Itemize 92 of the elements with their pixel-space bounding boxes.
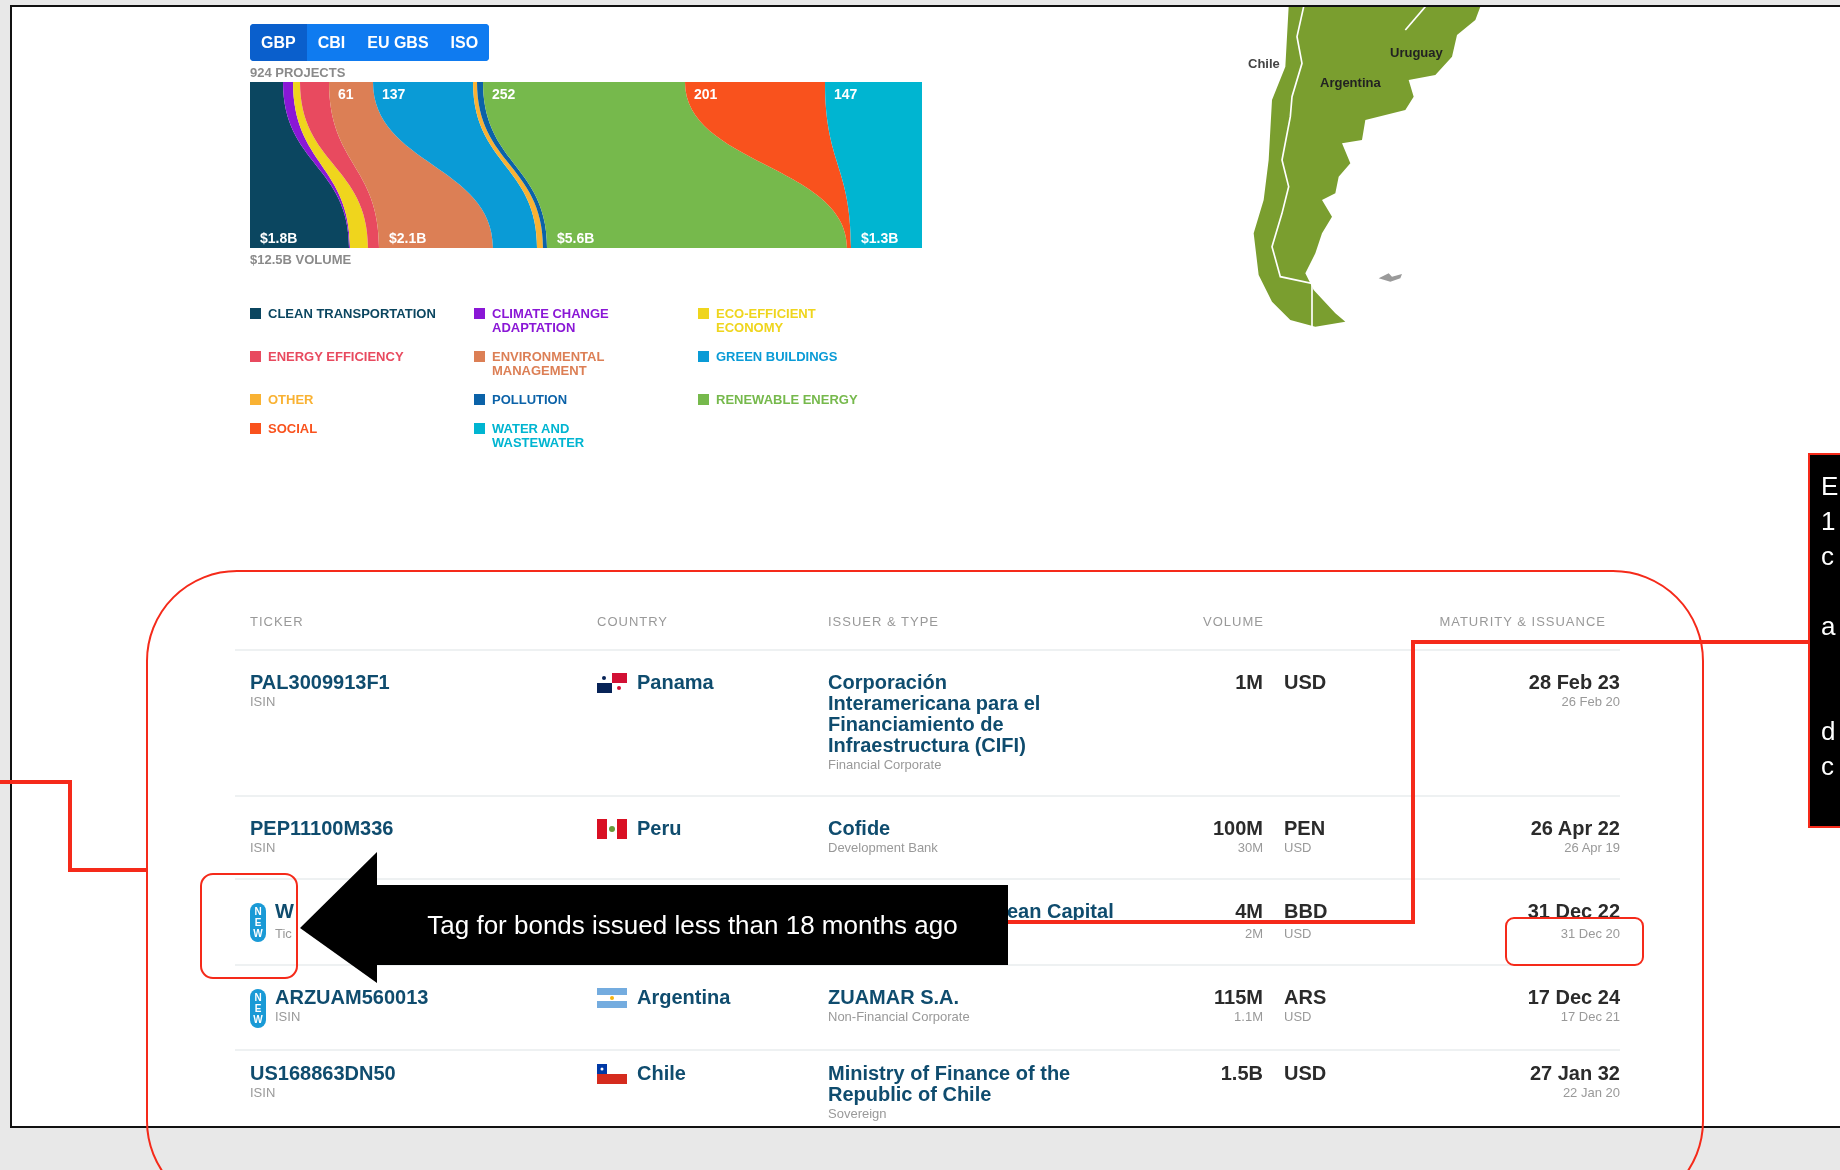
issuer-link[interactable]: Ministry of Finance of the Republic of Chile [828, 1063, 1086, 1105]
ticker-type: ISIN [250, 1084, 276, 1102]
currency-code: USD [1284, 1008, 1312, 1026]
flag-icon [597, 673, 627, 693]
cut-off-text: c [1821, 750, 1834, 783]
currency-code: USD [1284, 1063, 1327, 1084]
legend-label: POLLUTION [492, 393, 569, 407]
column-header: VOLUME [1202, 614, 1265, 629]
currency-code: ARS [1284, 987, 1327, 1008]
volume-usd: 1.1M [1234, 1008, 1263, 1026]
map-label: Argentina [1320, 75, 1381, 90]
flag-icon [597, 1064, 627, 1084]
volume-usd: 30M [1237, 839, 1263, 857]
map-label: Uruguay [1390, 45, 1443, 60]
legend-label: CLEAN TRANSPORTATION [268, 307, 437, 321]
cut-off-text: 1 [1821, 505, 1836, 538]
issuer-link[interactable]: Corporación Interamericana para el Financiamiento de Infraestructura (CIFI) [828, 672, 1086, 756]
tab[interactable]: GBP [250, 24, 307, 61]
currency-code: USD [1284, 672, 1327, 693]
legend-label: ENERGY EFFICIENCY [268, 350, 405, 364]
cut-off-text: a [1821, 610, 1836, 643]
ticker-link[interactable]: PEP11100M336 [250, 818, 394, 839]
maturity-date: 27 Jan 32 [1529, 1063, 1620, 1084]
issuer-type: Financial Corporate [828, 756, 942, 774]
volume-usd: 2M [1244, 925, 1263, 943]
legend-label: WATER AND WASTEWATER [492, 422, 586, 450]
volume-value: 4M [1235, 901, 1263, 922]
issuance-date: 22 Jan 20 [1562, 1084, 1620, 1102]
ticker-link[interactable]: US168863DN50 [250, 1063, 396, 1084]
cut-off-text: c [1821, 540, 1834, 573]
legend-label: CLIMATE CHANGE ADAPTATION [492, 307, 610, 335]
maturity-date: 26 Apr 22 [1530, 818, 1620, 839]
legend-label: GREEN BUILDINGS [716, 350, 839, 364]
map-label: Chile [1248, 56, 1280, 71]
new-tag: NEW [250, 903, 266, 942]
volume-label: $5.6B [557, 230, 595, 246]
ticker-type: ISIN [250, 839, 276, 857]
legend-label: ECO-EFFICIENT ECONOMY [716, 307, 817, 335]
maturity-date: 28 Feb 23 [1528, 672, 1620, 693]
currency-code: PEN [1284, 818, 1326, 839]
currency-code: USD [1284, 925, 1312, 943]
ticker-type: ISIN [275, 1008, 301, 1026]
flag-icon [597, 988, 627, 1008]
issuance-date: 26 Feb 20 [1561, 693, 1620, 711]
country-link[interactable]: Peru [637, 818, 682, 839]
count-label: 201 [694, 86, 718, 102]
count-label: 252 [492, 86, 516, 102]
legend-label: OTHER [268, 393, 315, 407]
flag-icon [597, 819, 627, 839]
cut-off-text: E [1821, 470, 1839, 503]
country-link[interactable]: Chile [637, 1063, 686, 1084]
issuer-link[interactable]: ZUAMAR S.A. [828, 987, 960, 1008]
issuance-date: 17 Dec 21 [1560, 1008, 1620, 1026]
legend-label: SOCIAL [268, 422, 319, 436]
issuer-link[interactable]: Cofide [828, 818, 891, 839]
volume-value: 100M [1212, 818, 1263, 839]
column-header: ISSUER & TYPE [828, 614, 940, 629]
country-link[interactable]: Argentina [637, 987, 731, 1008]
count-label: 137 [382, 86, 406, 102]
new-tag: NEW [250, 989, 266, 1028]
ticker-type: Tic [275, 925, 292, 943]
column-header: COUNTRY [597, 614, 670, 629]
legend-label: ENVIRONMENTAL MANAGEMENT [492, 350, 606, 378]
maturity-date: 17 Dec 24 [1527, 987, 1620, 1008]
count-label: 147 [834, 86, 858, 102]
currency-code: USD [1284, 839, 1312, 857]
issuer-type: Non-Financial Corporate [828, 1008, 970, 1026]
volume-label: $1.8B [260, 230, 298, 246]
volume-value: 1.5B [1220, 1063, 1263, 1084]
column-header: MATURITY & ISSUANCE [1438, 614, 1607, 629]
cut-off-text: d [1821, 715, 1836, 748]
volume-value: 115M [1214, 987, 1263, 1008]
issuer-type: Development Bank [828, 839, 938, 857]
issuance-date: 26 Apr 19 [1564, 839, 1620, 857]
ticker-type: ISIN [250, 693, 276, 711]
count-label: 61 [338, 86, 354, 102]
callout-text: Tag for bonds issued less than 18 months ago [427, 909, 958, 941]
projects-count: 924 PROJECTS [250, 65, 347, 80]
volume-total: $12.5B VOLUME [250, 252, 353, 267]
issuer-link[interactable]: ean Capital [1007, 901, 1114, 922]
ticker-link[interactable]: W [275, 901, 294, 922]
country-link[interactable]: Panama [637, 672, 714, 693]
currency-code: BBD [1284, 901, 1328, 922]
issuance-date: 31 Dec 20 [1560, 925, 1620, 943]
ticker-link[interactable]: ARZUAM560013 [275, 987, 429, 1008]
volume-label: $2.1B [389, 230, 427, 246]
ticker-link[interactable]: PAL3009913F1 [250, 672, 390, 693]
legend-label: RENEWABLE ENERGY [716, 393, 859, 407]
volume-value: 1M [1235, 672, 1263, 693]
column-header: TICKER [249, 614, 305, 629]
issuer-type: Sovereign [828, 1105, 887, 1123]
volume-label: $1.3B [861, 230, 899, 246]
